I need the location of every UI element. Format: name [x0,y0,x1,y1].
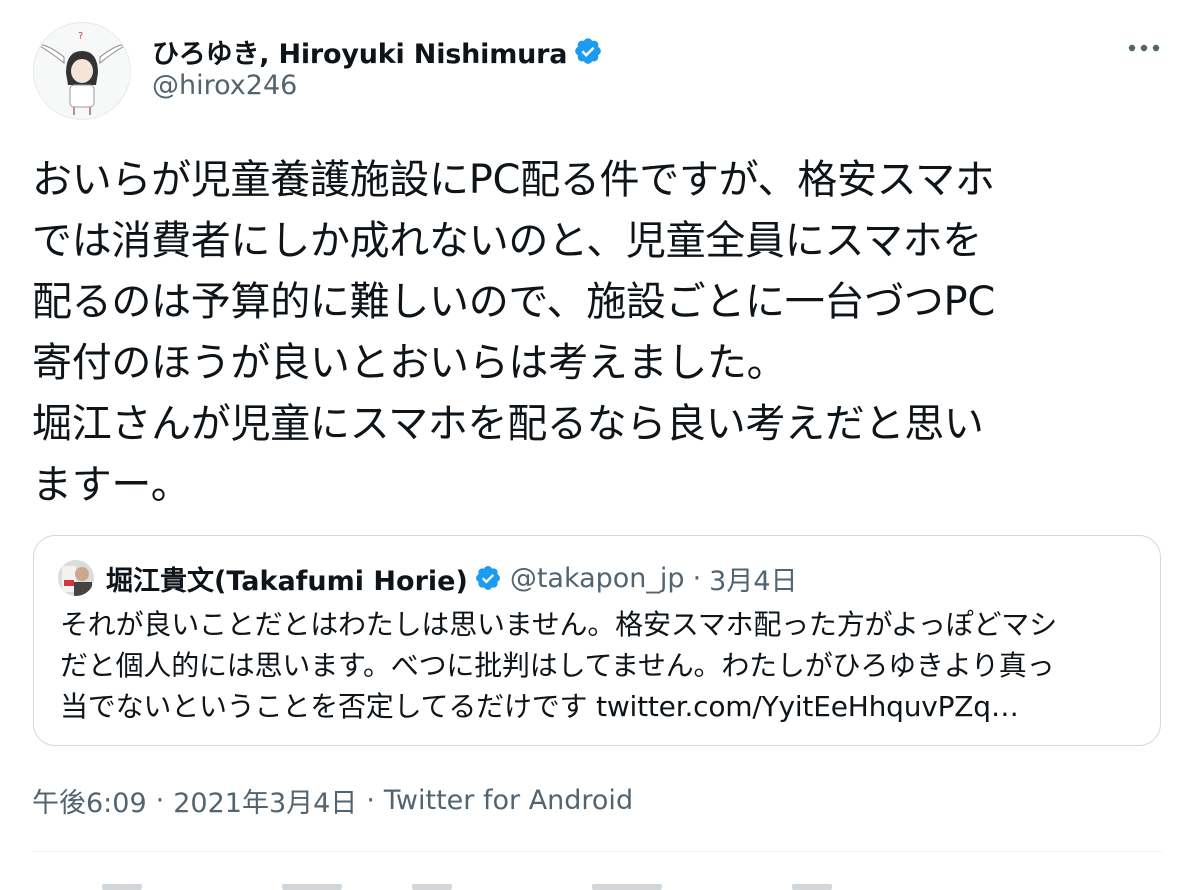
quoted-tweet-card[interactable]: 堀江貴文(Takafumi Horie) @takapon_jp · 3月4日 … [33,535,1161,746]
quoted-author-handle[interactable]: @takapon_jp [510,563,685,594]
tweet-metadata: 午後6:09 · 2021年3月4日 · Twitter for Android [32,780,633,820]
tweet-text-line: 配るのは予算的に難しいので、施設ごとに一台づつPC [32,279,995,325]
quoted-tweet-line: それが良いことだとはわたしは思いません。格安スマホ配った方がよっぽどマシ [60,608,1057,641]
separator-dot: · [692,562,702,594]
quoted-tweet-header: 堀江貴文(Takafumi Horie) @takapon_jp · 3月4日 [106,558,798,598]
verified-badge-icon [475,566,500,590]
author-name-row[interactable]: ひろゆき, Hiroyuki Nishimura [152,30,603,72]
quoted-tweet-line: だと個人的には思います。べつに批判はしてません。わたしがひろゆきより真っ [60,649,1055,682]
avatar-photo [58,560,94,596]
separator-dot: · [366,784,375,816]
quoted-tweet-date[interactable]: 3月4日 [709,559,797,598]
separator-dot: · [155,784,165,816]
divider [32,851,1162,852]
author-display-name[interactable]: ひろゆき, Hiroyuki Nishimura [152,32,567,71]
quoted-author-avatar[interactable] [58,560,94,596]
tweet-text-line: 寄付のほうが良いとおいらは考えました。 [32,340,787,386]
tweet-date[interactable]: 2021年3月4日 [173,781,357,820]
tweet-text-line: ますー。 [32,462,191,508]
verified-badge-icon [575,38,602,64]
avatar-illustration: ? [36,31,128,115]
more-horizontal-icon [1128,44,1160,52]
tweet-source-link[interactable]: Twitter for Android [384,785,633,816]
cut-off-content [32,878,1162,890]
quoted-tweet-text: それが良いことだとはわたしは思いません。格安スマホ配った方がよっぽどマシ だと個… [60,604,1150,727]
tweet-time[interactable]: 午後6:09 [32,781,147,820]
author-handle[interactable]: @hirox246 [152,70,297,101]
tweet-text: おいらが児童養護施設にPC配る件ですが、格安スマホ では消費者にしか成れないのと… [32,150,1162,516]
tweet-text-line: おいらが児童養護施設にPC配る件ですが、格安スマホ [32,157,995,203]
more-options-button[interactable] [1124,30,1164,66]
svg-text:?: ? [78,31,83,42]
author-avatar[interactable]: ? [33,22,131,120]
quoted-author-name[interactable]: 堀江貴文(Takafumi Horie) [106,559,468,598]
tweet-text-line: 堀江さんが児童にスマホを配るなら良い考えだと思い [32,401,984,447]
tweet-text-line: では消費者にしか成れないのと、児童全員にスマホを [32,218,982,264]
quoted-tweet-line: 当でないということを否定してるだけです twitter.com/YyitEeHh… [60,690,1019,723]
